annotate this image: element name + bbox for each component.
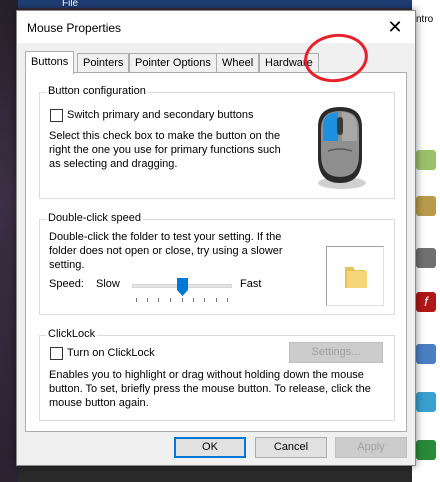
background-menu-file: File [62, 0, 79, 9]
ok-button[interactable]: OK [174, 437, 246, 458]
double-click-speed-thumb[interactable] [176, 278, 188, 296]
tab-pointer-options[interactable]: Pointer Options [129, 53, 217, 73]
slow-label: Slow [96, 278, 120, 290]
flash-icon: f [416, 292, 436, 312]
background-window-right: ntro f [412, 0, 440, 482]
slider-tick [216, 298, 217, 302]
clicklock-settings-button[interactable]: Settings... [289, 342, 383, 363]
clicklock-label[interactable]: Turn on ClickLock [67, 347, 155, 359]
button-configuration-legend: Button configuration [46, 85, 148, 97]
background-app-icon [416, 150, 436, 170]
mouse-icon [318, 107, 366, 189]
slider-tick [147, 298, 148, 302]
button-configuration-description: Select this check box to make the button… [49, 130, 281, 170]
buttons-tab-panel: Button configuration Switch primary and … [25, 72, 407, 432]
background-app-icon [416, 248, 436, 268]
background-app-icon [416, 196, 436, 216]
mouse-properties-dialog: Mouse Properties ✕ Buttons Pointers Poin… [16, 10, 416, 466]
slider-tick [182, 298, 183, 302]
clicklock-legend: ClickLock [46, 328, 98, 340]
clicklock-checkbox[interactable] [50, 347, 63, 360]
slider-tick [227, 298, 228, 302]
cancel-button[interactable]: Cancel [255, 437, 327, 458]
close-button[interactable]: ✕ [375, 11, 415, 43]
fast-label: Fast [240, 278, 262, 290]
window-title: Mouse Properties [27, 21, 122, 35]
slider-tick [158, 298, 159, 302]
speed-label: Speed: [49, 278, 84, 290]
tab-pointers[interactable]: Pointers [77, 53, 130, 73]
slider-tick [136, 298, 137, 302]
double-click-description: Double-click the folder to test your set… [49, 231, 283, 271]
background-app-icon [416, 440, 436, 460]
double-click-speed-legend: Double-click speed [46, 212, 143, 224]
clicklock-group: ClickLock Turn on ClickLock Settings... … [39, 328, 395, 421]
background-app-icon [416, 344, 436, 364]
slider-tick [193, 298, 194, 302]
clicklock-description: Enables you to highlight or drag without… [49, 369, 371, 409]
taskbar-fragment [18, 466, 412, 482]
tab-wheel[interactable]: Wheel [216, 53, 260, 73]
test-folder-area[interactable] [326, 246, 384, 306]
background-app-icon [416, 392, 436, 412]
switch-buttons-checkbox[interactable] [50, 109, 63, 122]
slider-tick [170, 298, 171, 302]
apply-button[interactable]: Apply [335, 437, 407, 458]
folder-icon[interactable] [341, 261, 371, 291]
slider-ticks [136, 298, 228, 302]
tab-buttons[interactable]: Buttons [25, 51, 75, 74]
slider-tick [204, 298, 205, 302]
switch-buttons-label[interactable]: Switch primary and secondary buttons [67, 109, 253, 121]
button-configuration-group: Button configuration Switch primary and … [39, 85, 395, 199]
background-window-strip: File [18, 0, 412, 9]
double-click-speed-group: Double-click speed Double-click the fold… [39, 212, 395, 315]
background-text-fragment: ntro [416, 14, 434, 25]
